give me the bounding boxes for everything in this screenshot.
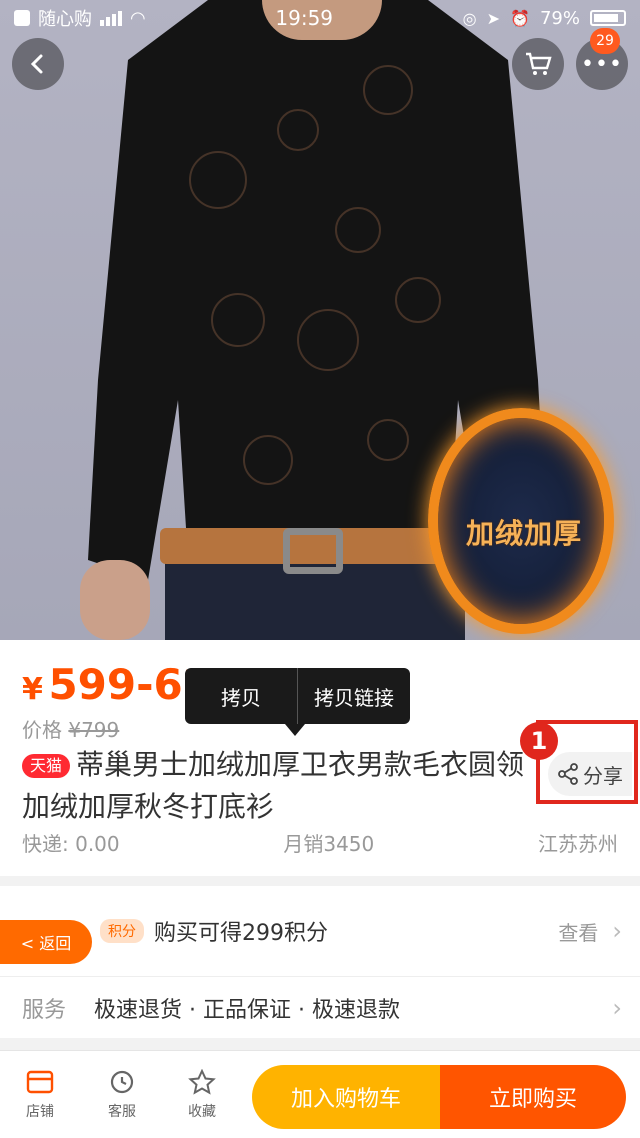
monthly-sales: 月销3450	[283, 832, 375, 856]
copy-option[interactable]: 拷贝	[185, 682, 297, 711]
points-row[interactable]: 积分 购买可得299积分 查看 ›	[0, 886, 640, 976]
buy-now-button[interactable]: 立即购买	[440, 1065, 626, 1129]
carrier-name: 随心购	[38, 9, 92, 30]
copy-link-option[interactable]: 拷贝链接	[298, 682, 410, 711]
more-icon: •••	[581, 51, 623, 77]
tmall-badge: 天猫	[22, 754, 71, 778]
service-chevron: ›	[612, 994, 622, 1022]
customer-service-tab[interactable]: 客服	[92, 1069, 152, 1121]
service-label: 服务	[22, 997, 67, 1023]
clock-chat-icon	[110, 1070, 134, 1094]
hand	[80, 560, 150, 640]
ship-location: 江苏苏州	[537, 832, 618, 856]
points-view[interactable]: 查看 ›	[558, 917, 622, 946]
customer-service-label: 客服	[108, 1104, 136, 1120]
store-icon	[26, 1070, 54, 1094]
battery-icon	[589, 10, 626, 26]
wifi-icon: ◠	[130, 7, 146, 29]
location-icon: ➤	[486, 8, 501, 28]
service-text: 极速退货 · 正品保证 · 极速退款	[94, 997, 400, 1023]
store-label: 店铺	[26, 1104, 54, 1120]
belt-buckle	[283, 528, 343, 574]
service-row[interactable]: 服务 极速退货 · 正品保证 · 极速退款 ›	[0, 976, 640, 1038]
signal-icon	[100, 10, 122, 26]
chevron-left-icon	[30, 54, 43, 74]
product-image[interactable]: 加绒加厚	[0, 0, 640, 640]
product-title-text: 蒂巢男士加绒加厚卫衣男款毛衣圆领加绒加厚秋冬打底衫	[22, 748, 525, 823]
favorite-tab[interactable]: 收藏	[172, 1069, 232, 1121]
points-view-label: 查看	[558, 920, 599, 945]
alarm-icon: ⏰	[510, 8, 530, 28]
message-count-badge: 29	[590, 28, 620, 54]
product-title[interactable]: 天猫 蒂巢男士加绒加厚卫衣男款毛衣圆领加绒加厚秋冬打底衫	[22, 744, 530, 828]
points-text: 购买可得299积分	[154, 921, 328, 946]
favorite-label: 收藏	[188, 1104, 216, 1120]
add-to-cart-button[interactable]: 加入购物车	[252, 1065, 440, 1129]
chevron-right-icon: ›	[612, 917, 622, 945]
shipping-fee: 快递: 0.00	[22, 832, 120, 856]
back-button[interactable]	[12, 38, 64, 90]
cart-icon	[526, 52, 552, 75]
step-badge: 1	[520, 722, 558, 760]
original-price: 价格 ¥799	[22, 714, 119, 743]
battery-percent: 79%	[539, 7, 580, 29]
original-price-label: 价格	[22, 718, 62, 742]
return-button[interactable]: < 返回	[0, 920, 92, 964]
clock: 19:59	[275, 6, 334, 30]
original-price-value: ¥799	[68, 718, 120, 742]
status-bar: 随心购 ◠ 19:59 ◎ ➤ ⏰ 79%	[0, 0, 640, 36]
lock-rotation-icon: ◎	[462, 8, 477, 28]
chevron-right-icon: ›	[612, 993, 622, 1022]
shipping-meta: 快递: 0.00 月销3450 江苏苏州	[22, 828, 618, 857]
cart-button[interactable]	[512, 38, 564, 90]
copy-context-menu: 拷贝 拷贝链接	[185, 668, 410, 736]
carrier-icon	[14, 10, 30, 26]
star-icon	[188, 1069, 216, 1095]
store-tab[interactable]: 店铺	[10, 1069, 70, 1121]
points-tag: 积分	[100, 919, 144, 943]
price-symbol: ¥	[22, 672, 43, 707]
bottom-action-bar: 店铺 客服 收藏 加入购物车 立即购买	[0, 1050, 640, 1138]
fleece-overlay-text: 加绒加厚	[465, 517, 582, 550]
